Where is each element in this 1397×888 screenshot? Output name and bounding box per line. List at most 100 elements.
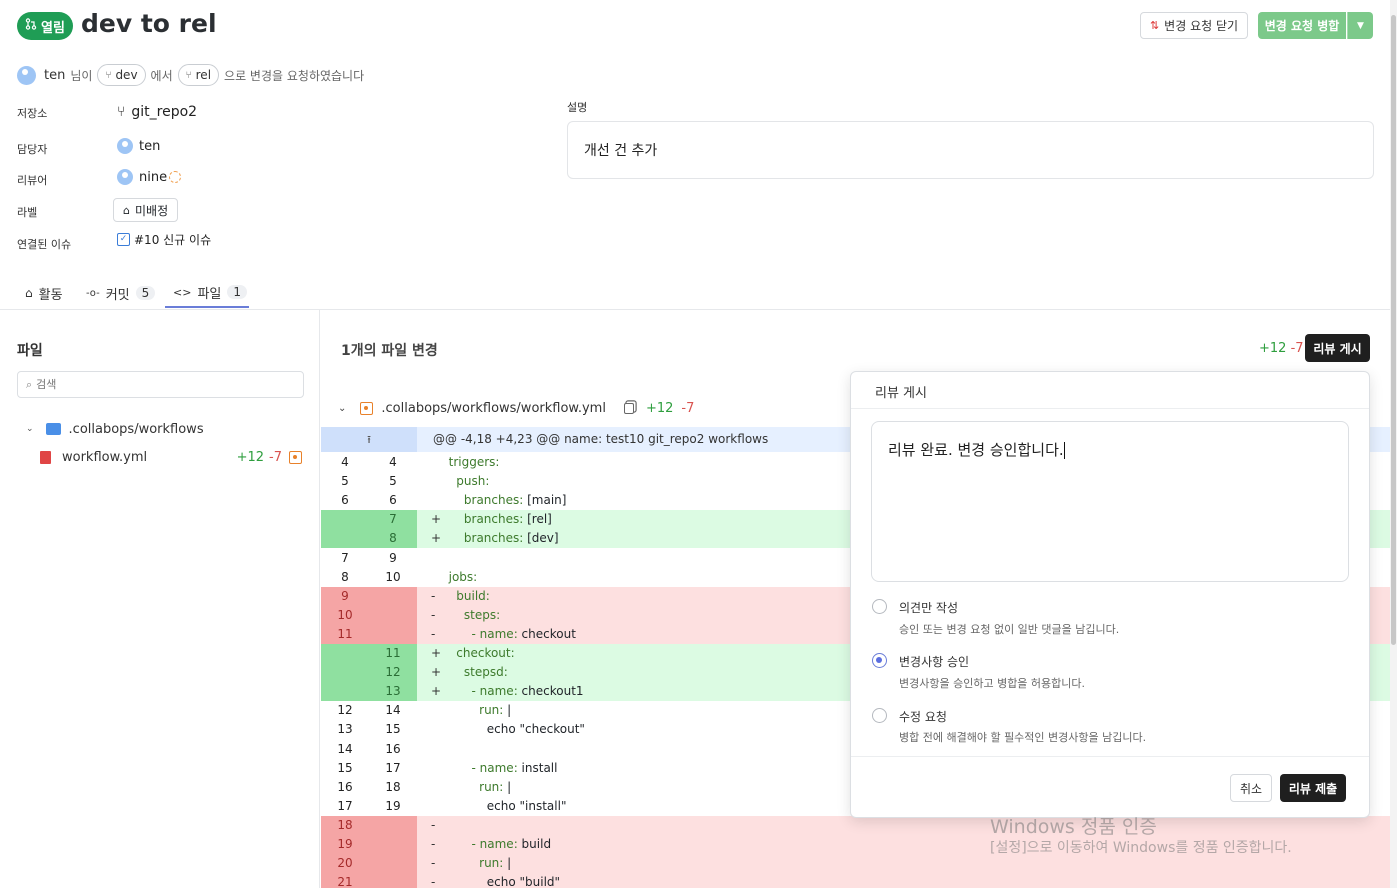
reviewer-label: 리뷰어 [17, 174, 48, 187]
tag-icon: ⌂ [123, 203, 130, 217]
old-line-number: 16 [337, 779, 353, 794]
review-comment-textarea[interactable]: 리뷰 완료. 변경 승인합니다. [871, 421, 1349, 582]
new-line-number [369, 873, 417, 888]
line-number-gutter: 12 [321, 663, 417, 683]
line-number-gutter: 18 [321, 815, 417, 835]
chevron-down-icon: ▼ [1357, 20, 1364, 31]
merge-options-dropdown[interactable]: ▼ [1347, 12, 1373, 39]
label-chip[interactable]: ⌂ 미배정 [113, 198, 179, 222]
file-path: .collabops/workflows/workflow.yml [381, 400, 606, 416]
option-request-changes-desc: 병합 전에 해결해야 할 필수적인 변경사항을 남깁니다. [899, 731, 1147, 744]
status-label: 열림 [41, 20, 65, 36]
linked-issue[interactable]: ✓ #10 신규 이슈 [117, 231, 211, 248]
submit-review-button[interactable]: 리뷰 제출 [1280, 774, 1346, 802]
line-number-gutter: 12 14 [321, 701, 417, 721]
close-request-button[interactable]: ⇅ 변경 요청 닫기 [1140, 12, 1248, 39]
option-request-changes-label: 수정 요청 [899, 710, 947, 724]
diff-line-del: 21- echo "build" [321, 873, 1390, 888]
branch-icon: ⑂ [185, 69, 192, 81]
diff-line-del: 18- [321, 815, 1390, 835]
old-line-number: 15 [337, 760, 353, 775]
new-line-number: 10 [385, 569, 401, 584]
new-line-number: 11 [385, 646, 401, 660]
file-search[interactable]: ⌕ [17, 371, 304, 398]
description-box: 개선 건 추가 [567, 121, 1374, 179]
new-line-number: 6 [389, 493, 397, 508]
commit-icon: -o- [86, 287, 100, 299]
old-line-number [321, 644, 369, 663]
old-line-number: 7 [341, 550, 349, 565]
issue-checkbox-icon: ✓ [117, 233, 130, 246]
line-number-gutter: 20 [321, 854, 417, 874]
scrollbar-thumb[interactable] [1391, 15, 1396, 645]
old-line-number: 4 [341, 455, 349, 469]
old-line-number [321, 529, 369, 548]
tab-commits[interactable]: -o- 커밋 5 [86, 278, 156, 308]
file-header: ⌄ .collabops/workflows/workflow.yml +12 … [338, 400, 695, 416]
reviewer-value[interactable]: nine [117, 169, 182, 185]
windows-watermark-desc: [설정]으로 이동하여 Windows를 정품 인증합니다. [990, 840, 1292, 856]
radio-request-changes[interactable] [872, 708, 887, 723]
folder-icon [45, 423, 61, 435]
close-pr-icon: ⇅ [1149, 19, 1160, 32]
old-line-number: 11 [337, 626, 353, 641]
line-number-gutter: 19 [321, 835, 417, 854]
review-popup: 리뷰 게시 리뷰 완료. 변경 승인합니다. 의견만 작성 승인 또는 변경 요… [850, 371, 1370, 818]
old-line-number: 18 [337, 817, 353, 832]
tab-files[interactable]: <> 파일 1 [165, 278, 249, 308]
new-line-number: 17 [385, 760, 401, 775]
page-scrollbar[interactable] [1390, 0, 1397, 888]
line-number-gutter: 79 [321, 548, 417, 568]
old-line-number: 14 [337, 741, 353, 756]
new-line-number [369, 816, 417, 835]
old-line-number: 9 [341, 588, 349, 603]
line-number-gutter: 11 [321, 644, 417, 663]
post-review-button[interactable]: 리뷰 게시 [1305, 334, 1370, 362]
windows-watermark-title: Windows 정품 인증 [990, 816, 1157, 838]
expand-up-icon[interactable]: ⭱ [321, 427, 417, 452]
old-line-number [321, 682, 369, 701]
new-line-number: 14 [385, 703, 401, 718]
cancel-button[interactable]: 취소 [1230, 774, 1272, 802]
source-branch-chip[interactable]: ⑂ dev [97, 64, 146, 86]
repo-value[interactable]: ⑂ git_repo2 [117, 104, 197, 120]
collapse-chevron-icon[interactable]: ⌄ [338, 403, 346, 414]
file-item[interactable]: workflow.yml +12 -7 [40, 448, 302, 466]
new-line-number: 4 [389, 455, 397, 469]
line-number-gutter: 14 16 [321, 739, 417, 759]
radio-approve[interactable] [872, 653, 887, 668]
line-number-gutter: 44 [321, 453, 417, 472]
changes-stats: +12 -7 [1259, 341, 1304, 356]
chevron-down-icon: ⌄ [26, 424, 34, 434]
new-line-number: 7 [389, 512, 397, 527]
line-number-gutter: 21 [321, 873, 417, 888]
old-line-number: 8 [341, 569, 349, 584]
line-number-gutter: 16 18 [321, 777, 417, 797]
page-title: dev to rel [81, 9, 217, 38]
pull-request-icon [25, 18, 37, 34]
copy-icon[interactable] [623, 402, 634, 414]
tab-activity[interactable]: ⌂ 활동 [25, 278, 63, 308]
author-name[interactable]: ten [44, 68, 65, 83]
file-count-badge: 1 [227, 285, 247, 299]
modified-file-icon [360, 401, 374, 415]
search-input[interactable] [36, 378, 277, 391]
popup-title: 리뷰 게시 [875, 386, 927, 401]
line-number-gutter: 17 19 [321, 796, 417, 816]
new-line-number [369, 625, 417, 644]
repo-label: 저장소 [17, 107, 48, 120]
line-number-gutter: 9 [321, 586, 417, 606]
old-line-number: 5 [341, 474, 349, 489]
old-line-number: 20 [337, 856, 353, 871]
assignee-value[interactable]: ten [117, 138, 160, 154]
line-number-gutter: 8 10 [321, 567, 417, 587]
issue-label: 연결된 이슈 [17, 238, 72, 251]
label-label: 라벨 [17, 206, 38, 219]
new-line-number: 13 [385, 684, 401, 699]
line-number-gutter: 7 [321, 510, 417, 530]
folder-item[interactable]: ⌄ .collabops/workflows [26, 420, 204, 438]
target-branch-chip[interactable]: ⑂ rel [177, 64, 220, 86]
radio-comment-only[interactable] [872, 599, 887, 614]
merge-request-button[interactable]: 변경 요청 병합 [1258, 12, 1346, 39]
avatar [17, 65, 36, 85]
